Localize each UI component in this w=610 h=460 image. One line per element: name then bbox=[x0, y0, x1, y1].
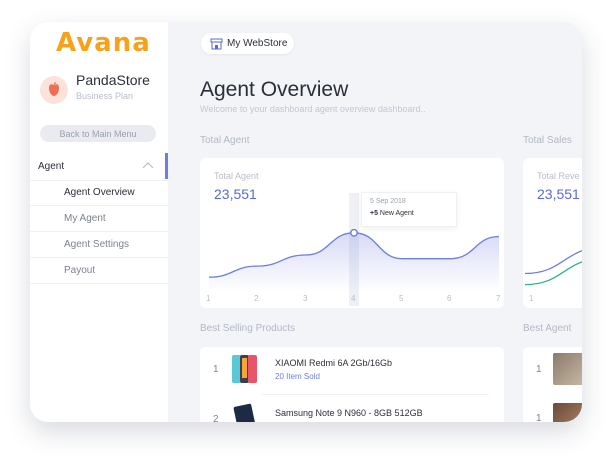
sidebar-section-agent[interactable]: Agent bbox=[30, 152, 168, 181]
page-subtitle: Welcome to your dashboard agent overview… bbox=[200, 104, 426, 114]
area-fill bbox=[209, 232, 499, 292]
chevron-up-icon bbox=[142, 162, 154, 169]
product-thumbnail bbox=[232, 355, 257, 383]
store-plan: Business Plan bbox=[76, 91, 134, 101]
active-indicator bbox=[165, 153, 168, 179]
sidebar-item-payout[interactable]: Payout bbox=[30, 258, 168, 284]
sidebar-item-agent-overview[interactable]: Agent Overview bbox=[30, 180, 168, 206]
section-title-best-agent: Best Agent bbox=[523, 323, 572, 334]
x-tick-label: 6 bbox=[447, 294, 452, 303]
store-icon bbox=[210, 38, 223, 49]
tooltip-delta-label: New Agent bbox=[377, 210, 414, 217]
best-agent-card: 1 1 bbox=[523, 347, 582, 422]
list-item[interactable]: 1 XIAOMI Redmi 6A 2Gb/16Gb 20 Item Sold bbox=[200, 347, 504, 391]
x-tick-label: 4 bbox=[351, 294, 356, 303]
x-tick-label: 2 bbox=[254, 294, 259, 303]
tooltip-delta: +5 bbox=[370, 210, 378, 217]
sidebar-item-my-agent[interactable]: My Agent bbox=[30, 206, 168, 232]
tooltip-date: 5 Sep 2018 bbox=[370, 198, 406, 205]
list-item[interactable]: 2 Samsung Note 9 N960 - 8GB 512GB bbox=[200, 395, 504, 422]
page-title: Agent Overview bbox=[200, 78, 349, 101]
section-title-total-agent: Total Agent bbox=[200, 135, 250, 146]
x-tick-label: 7 bbox=[496, 294, 501, 303]
x-tick-label: 3 bbox=[303, 294, 308, 303]
section-title-best-products: Best Selling Products bbox=[200, 323, 296, 334]
best-products-card: 1 XIAOMI Redmi 6A 2Gb/16Gb 20 Item Sold … bbox=[200, 347, 504, 422]
total-revenue-chart[interactable] bbox=[523, 158, 582, 308]
chart-tooltip: 5 Sep 2018 +5 New Agent bbox=[361, 192, 457, 227]
product-thumbnail bbox=[233, 403, 257, 422]
app-window: Avana PandaStore Business Plan Back to M… bbox=[30, 22, 582, 422]
sidebar-item-agent-settings[interactable]: Agent Settings bbox=[30, 232, 168, 258]
sidebar-section-label: Agent bbox=[38, 161, 65, 172]
apple-icon bbox=[49, 82, 59, 96]
section-title-total-sales: Total Sales bbox=[523, 135, 572, 146]
brand-logo[interactable]: Avana bbox=[56, 28, 151, 58]
series-line bbox=[524, 250, 582, 275]
total-revenue-card: Total Reve 23,551 1 bbox=[523, 158, 582, 308]
agent-avatar bbox=[553, 403, 582, 422]
x-tick-label: 1 bbox=[206, 294, 211, 303]
sidebar: Avana PandaStore Business Plan Back to M… bbox=[30, 22, 168, 422]
rank-number: 1 bbox=[213, 364, 219, 375]
tooltip-value: +5 New Agent bbox=[370, 210, 414, 217]
x-tick-label: 5 bbox=[399, 294, 404, 303]
total-agent-chart[interactable] bbox=[200, 158, 504, 308]
back-to-main-menu-button[interactable]: Back to Main Menu bbox=[40, 125, 156, 142]
store-avatar bbox=[40, 76, 68, 104]
product-sold-count: 20 Item Sold bbox=[275, 372, 320, 381]
rank-number: 1 bbox=[536, 364, 542, 375]
product-name: XIAOMI Redmi 6A 2Gb/16Gb bbox=[275, 358, 393, 368]
data-point bbox=[350, 228, 358, 237]
store-name: PandaStore bbox=[76, 72, 150, 88]
product-name: Samsung Note 9 N960 - 8GB 512GB bbox=[275, 408, 423, 418]
store-selector-button[interactable]: My WebStore bbox=[201, 33, 294, 54]
x-tick-label: 1 bbox=[529, 294, 534, 303]
store-selector-label: My WebStore bbox=[227, 38, 288, 49]
agent-avatar bbox=[553, 353, 582, 385]
series-line bbox=[524, 261, 582, 286]
total-agent-card: Total Agent 23,551 1 2 3 4 5 6 7 bbox=[200, 158, 504, 308]
rank-number: 2 bbox=[213, 414, 219, 422]
rank-number: 1 bbox=[536, 413, 542, 422]
agent-submenu: Agent Overview My Agent Agent Settings P… bbox=[30, 180, 168, 284]
